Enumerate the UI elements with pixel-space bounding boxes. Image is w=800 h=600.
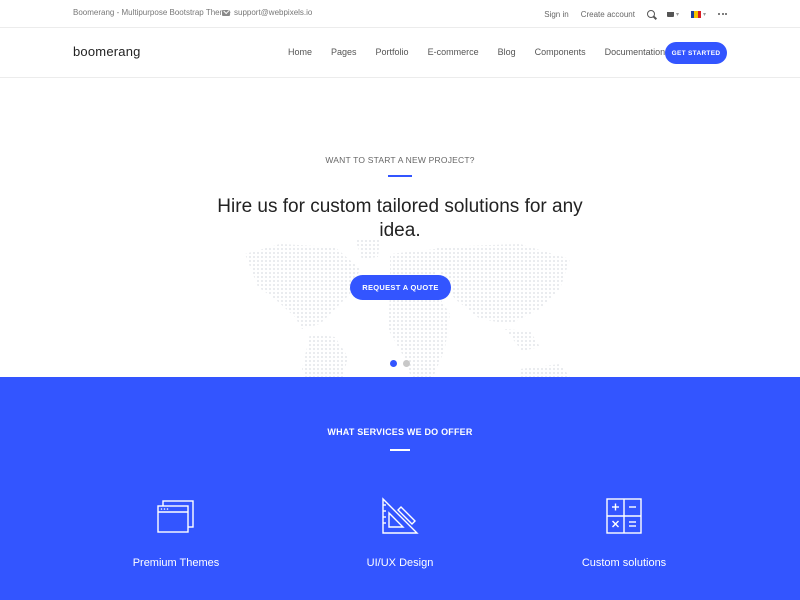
- service-premium-themes: Premium Themes: [76, 497, 276, 569]
- envelope-icon: [222, 9, 230, 16]
- nav-portfolio[interactable]: Portfolio: [376, 47, 409, 57]
- cart-icon: [666, 11, 674, 17]
- language-dropdown[interactable]: ▾: [690, 10, 706, 18]
- service-label: Premium Themes: [132, 557, 220, 569]
- cart-dropdown[interactable]: ▾: [666, 11, 679, 18]
- signin-link[interactable]: Sign in: [544, 10, 568, 19]
- services-underline: [390, 449, 410, 451]
- service-uiux-design: UI/UX Design: [300, 497, 500, 569]
- nav-components[interactable]: Components: [535, 47, 586, 57]
- create-account-link[interactable]: Create account: [581, 10, 635, 19]
- service-label: UI/UX Design: [366, 557, 434, 569]
- main-navbar: boomerang Home Pages Portfolio E-commerc…: [0, 28, 800, 78]
- services-title: WHAT SERVICES WE DO OFFER: [327, 427, 473, 437]
- calculator-icon: [606, 498, 642, 534]
- chevron-down-icon: ▾: [702, 11, 706, 18]
- world-map-graphic: [245, 239, 570, 377]
- nav-ecommerce[interactable]: E-commerce: [428, 47, 479, 57]
- browser-windows-icon: [157, 500, 194, 533]
- support-email-text: support@webpixels.io: [234, 8, 313, 17]
- carousel-dot-2[interactable]: [403, 360, 410, 367]
- theme-note: Boomerang - Multipurpose Bootstrap Theme: [73, 8, 231, 17]
- carousel-indicators: [390, 360, 410, 367]
- top-bar: Boomerang - Multipurpose Bootstrap Theme…: [0, 0, 800, 28]
- main-nav: Home Pages Portfolio E-commerce Blog Com…: [288, 47, 684, 57]
- flag-icon: [690, 10, 701, 18]
- nav-pages[interactable]: Pages: [331, 47, 357, 57]
- get-started-button[interactable]: GET STARTED: [665, 42, 727, 64]
- hero-section: WANT TO START A NEW PROJECT? Hire us for…: [0, 79, 800, 377]
- top-bar-actions: Sign in Create account ▾ ▾: [544, 0, 727, 28]
- nav-blog[interactable]: Blog: [498, 47, 516, 57]
- service-label: Custom solutions: [581, 557, 667, 569]
- services-section: WHAT SERVICES WE DO OFFER Premium Themes…: [0, 377, 800, 600]
- chevron-down-icon: ▾: [675, 11, 679, 18]
- hero-headline: Hire us for custom tailored solutions fo…: [217, 196, 583, 241]
- hero-eyebrow: WANT TO START A NEW PROJECT?: [325, 155, 475, 165]
- hero-underline: [388, 175, 412, 177]
- search-icon[interactable]: [646, 10, 655, 18]
- carousel-dot-1[interactable]: [390, 360, 397, 367]
- ruler-triangle-icon: [382, 497, 419, 534]
- nav-home[interactable]: Home: [288, 47, 312, 57]
- more-icon[interactable]: [718, 13, 727, 15]
- request-quote-button[interactable]: REQUEST A QUOTE: [350, 275, 451, 300]
- logo[interactable]: boomerang: [73, 44, 141, 59]
- service-custom-solutions: Custom solutions: [524, 497, 724, 569]
- nav-documentation[interactable]: Documentation: [605, 47, 666, 57]
- support-email[interactable]: support@webpixels.io: [222, 8, 312, 17]
